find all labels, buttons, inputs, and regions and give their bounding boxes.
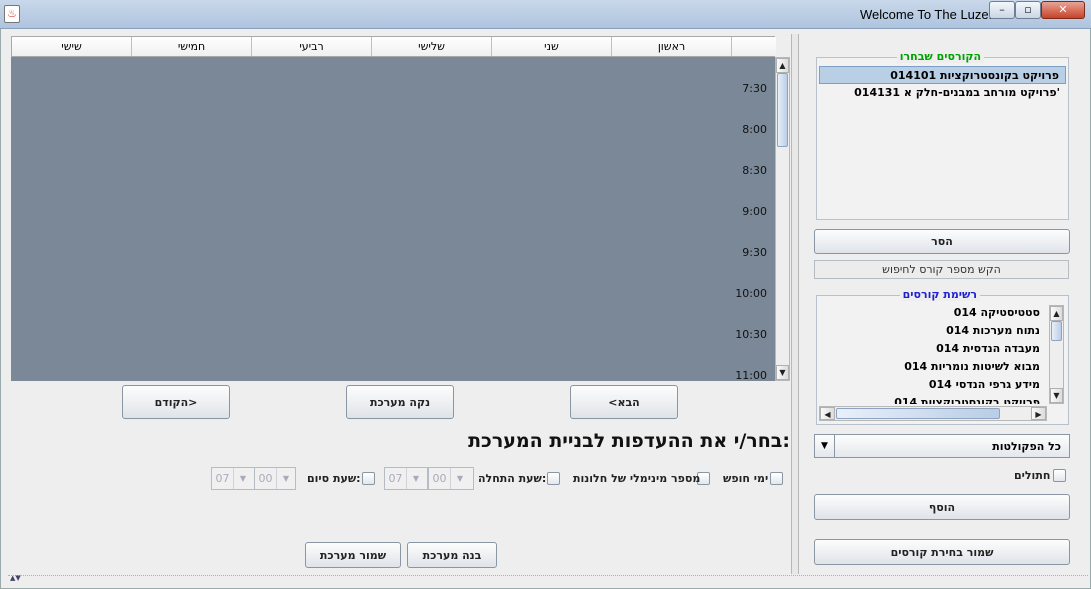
course-search-input[interactable]: הקש מספר קורס לחיפוש [814, 260, 1069, 279]
time-label: 7:30 [742, 82, 767, 95]
end-minutes-select[interactable]: 00 ▼ [254, 467, 296, 490]
column-header-time[interactable] [732, 37, 776, 56]
scroll-up-icon[interactable]: ▲ [776, 58, 789, 73]
scroll-down-icon[interactable]: ▼ [1050, 388, 1063, 403]
start-hour-select[interactable]: 07 ▼ [384, 467, 428, 490]
window-title: Welcome To The LuzeR [860, 7, 999, 22]
course-list-title: רשימת קורסים [899, 288, 980, 301]
time-label: 10:30 [735, 328, 767, 341]
maximize-button[interactable]: ▫ [1015, 1, 1041, 19]
free-days-label: ימי חופש [723, 472, 769, 485]
build-schedule-button[interactable]: בנה מערכת [407, 542, 497, 568]
scroll-left-icon[interactable]: ◀ [820, 407, 835, 420]
list-item[interactable]: 014 מעבדה הנדסית [819, 340, 1046, 358]
save-course-selection-button[interactable]: שמור בחירת קורסים [814, 539, 1070, 565]
schedule-grid[interactable]: 7:30 8:00 8:30 9:00 9:30 10:00 10:30 11:… [11, 57, 775, 381]
end-hour-select[interactable]: 07 ▼ [211, 467, 255, 490]
chevron-down-icon[interactable]: ▼ [407, 468, 425, 489]
start-time-label: שעת התחלה: [478, 472, 547, 485]
end-minutes-value: 00 [255, 468, 277, 489]
list-item[interactable]: 014 סטטיסטיקה [819, 304, 1046, 322]
time-label: 10:00 [735, 287, 767, 300]
scroll-down-icon[interactable]: ▼ [776, 365, 789, 380]
list-item[interactable]: 014 פרויקט בקונסטרוקציות [819, 394, 1046, 404]
next-button[interactable]: <הבא [570, 385, 678, 419]
min-gaps-label: מספר מינימלי של חלונות [573, 472, 701, 485]
selected-courses-panel: הקורסים שבחרו 014101 פרויקט בקונסטרוקציו… [816, 50, 1069, 220]
start-minutes-select[interactable]: 00 ▼ [428, 467, 474, 490]
end-hour-value: 07 [212, 468, 234, 489]
chevron-down-icon[interactable]: ▼ [451, 468, 469, 489]
overlaps-label: חתולים [1014, 469, 1051, 482]
column-header-thursday[interactable]: חמישי [132, 37, 252, 56]
course-list-panel: רשימת קורסים 014 סטטיסטיקה 014 נתוח מערכ… [816, 288, 1069, 425]
scroll-thumb[interactable] [777, 73, 788, 147]
list-item[interactable]: 014 מבוא לשיטות נומריות [819, 358, 1046, 376]
close-button[interactable]: ✕ [1041, 1, 1085, 19]
list-item[interactable]: 014131 פרויקט מורחב במבנים-חלק א' [819, 84, 1066, 102]
prev-button[interactable]: הקודם> [122, 385, 230, 419]
start-time-checkbox[interactable] [547, 472, 560, 485]
time-label: 9:30 [742, 246, 767, 259]
scroll-up-icon[interactable]: ▲ [1050, 306, 1063, 321]
end-time-checkbox[interactable] [362, 472, 375, 485]
schedule-scrollbar[interactable]: ▲ ▼ [775, 57, 790, 381]
time-label: 9:00 [742, 205, 767, 218]
free-days-checkbox[interactable] [770, 472, 783, 485]
column-header-friday[interactable]: שישי [12, 37, 132, 56]
faculty-select-value: כל הפקולטות [992, 440, 1061, 453]
preferences-heading: בחר/י את ההעדפות לבניית המערכת: [468, 430, 790, 452]
add-button[interactable]: הוסף [814, 494, 1070, 520]
faculty-select[interactable]: כל הפקולטות ▼ [814, 434, 1070, 458]
course-list-vscrollbar[interactable]: ▲ ▼ [1049, 305, 1064, 404]
scroll-thumb[interactable] [1051, 321, 1062, 341]
chevron-down-icon[interactable]: ▼ [277, 468, 295, 489]
column-header-tuesday[interactable]: שלישי [372, 37, 492, 56]
split-pane-divider[interactable] [791, 34, 799, 574]
column-header-monday[interactable]: שני [492, 37, 612, 56]
time-label: 8:30 [742, 164, 767, 177]
overlaps-checkbox[interactable] [1053, 469, 1066, 482]
selected-courses-title: הקורסים שבחרו [896, 50, 984, 63]
scroll-right-icon[interactable]: ▶ [1031, 407, 1046, 420]
resize-arrows-icon[interactable]: ▲▼ [10, 574, 21, 582]
list-item[interactable]: 014 נתוח מערכות [819, 322, 1046, 340]
java-app-icon: ♨ [4, 5, 20, 23]
save-schedule-button[interactable]: שמור מערכת [305, 542, 401, 568]
column-header-sunday[interactable]: ראשון [612, 37, 732, 56]
remove-button[interactable]: הסר [814, 229, 1070, 254]
chevron-down-icon[interactable]: ▼ [234, 468, 252, 489]
list-item[interactable]: 014 מידע גרפי הנדסי [819, 376, 1046, 394]
course-list-hscrollbar[interactable]: ◀ ▶ [819, 406, 1047, 421]
status-bar: ▲▼ [8, 574, 1088, 585]
time-label: 8:00 [742, 123, 767, 136]
clear-schedule-button[interactable]: נקה מערכת [346, 385, 454, 419]
time-label: 11:00 [735, 369, 767, 381]
schedule-header: שישי חמישי רביעי שלישי שני ראשון [11, 36, 776, 57]
start-hour-value: 07 [385, 468, 407, 489]
start-minutes-value: 00 [429, 468, 451, 489]
end-time-label: שעת סיום: [307, 472, 361, 485]
chevron-down-icon[interactable]: ▼ [815, 435, 835, 457]
column-header-wednesday[interactable]: רביעי [252, 37, 372, 56]
scroll-thumb[interactable] [836, 408, 1000, 419]
list-item[interactable]: 014101 פרויקט בקונסטרוקציות [819, 66, 1066, 84]
minimize-button[interactable]: – [989, 1, 1015, 19]
